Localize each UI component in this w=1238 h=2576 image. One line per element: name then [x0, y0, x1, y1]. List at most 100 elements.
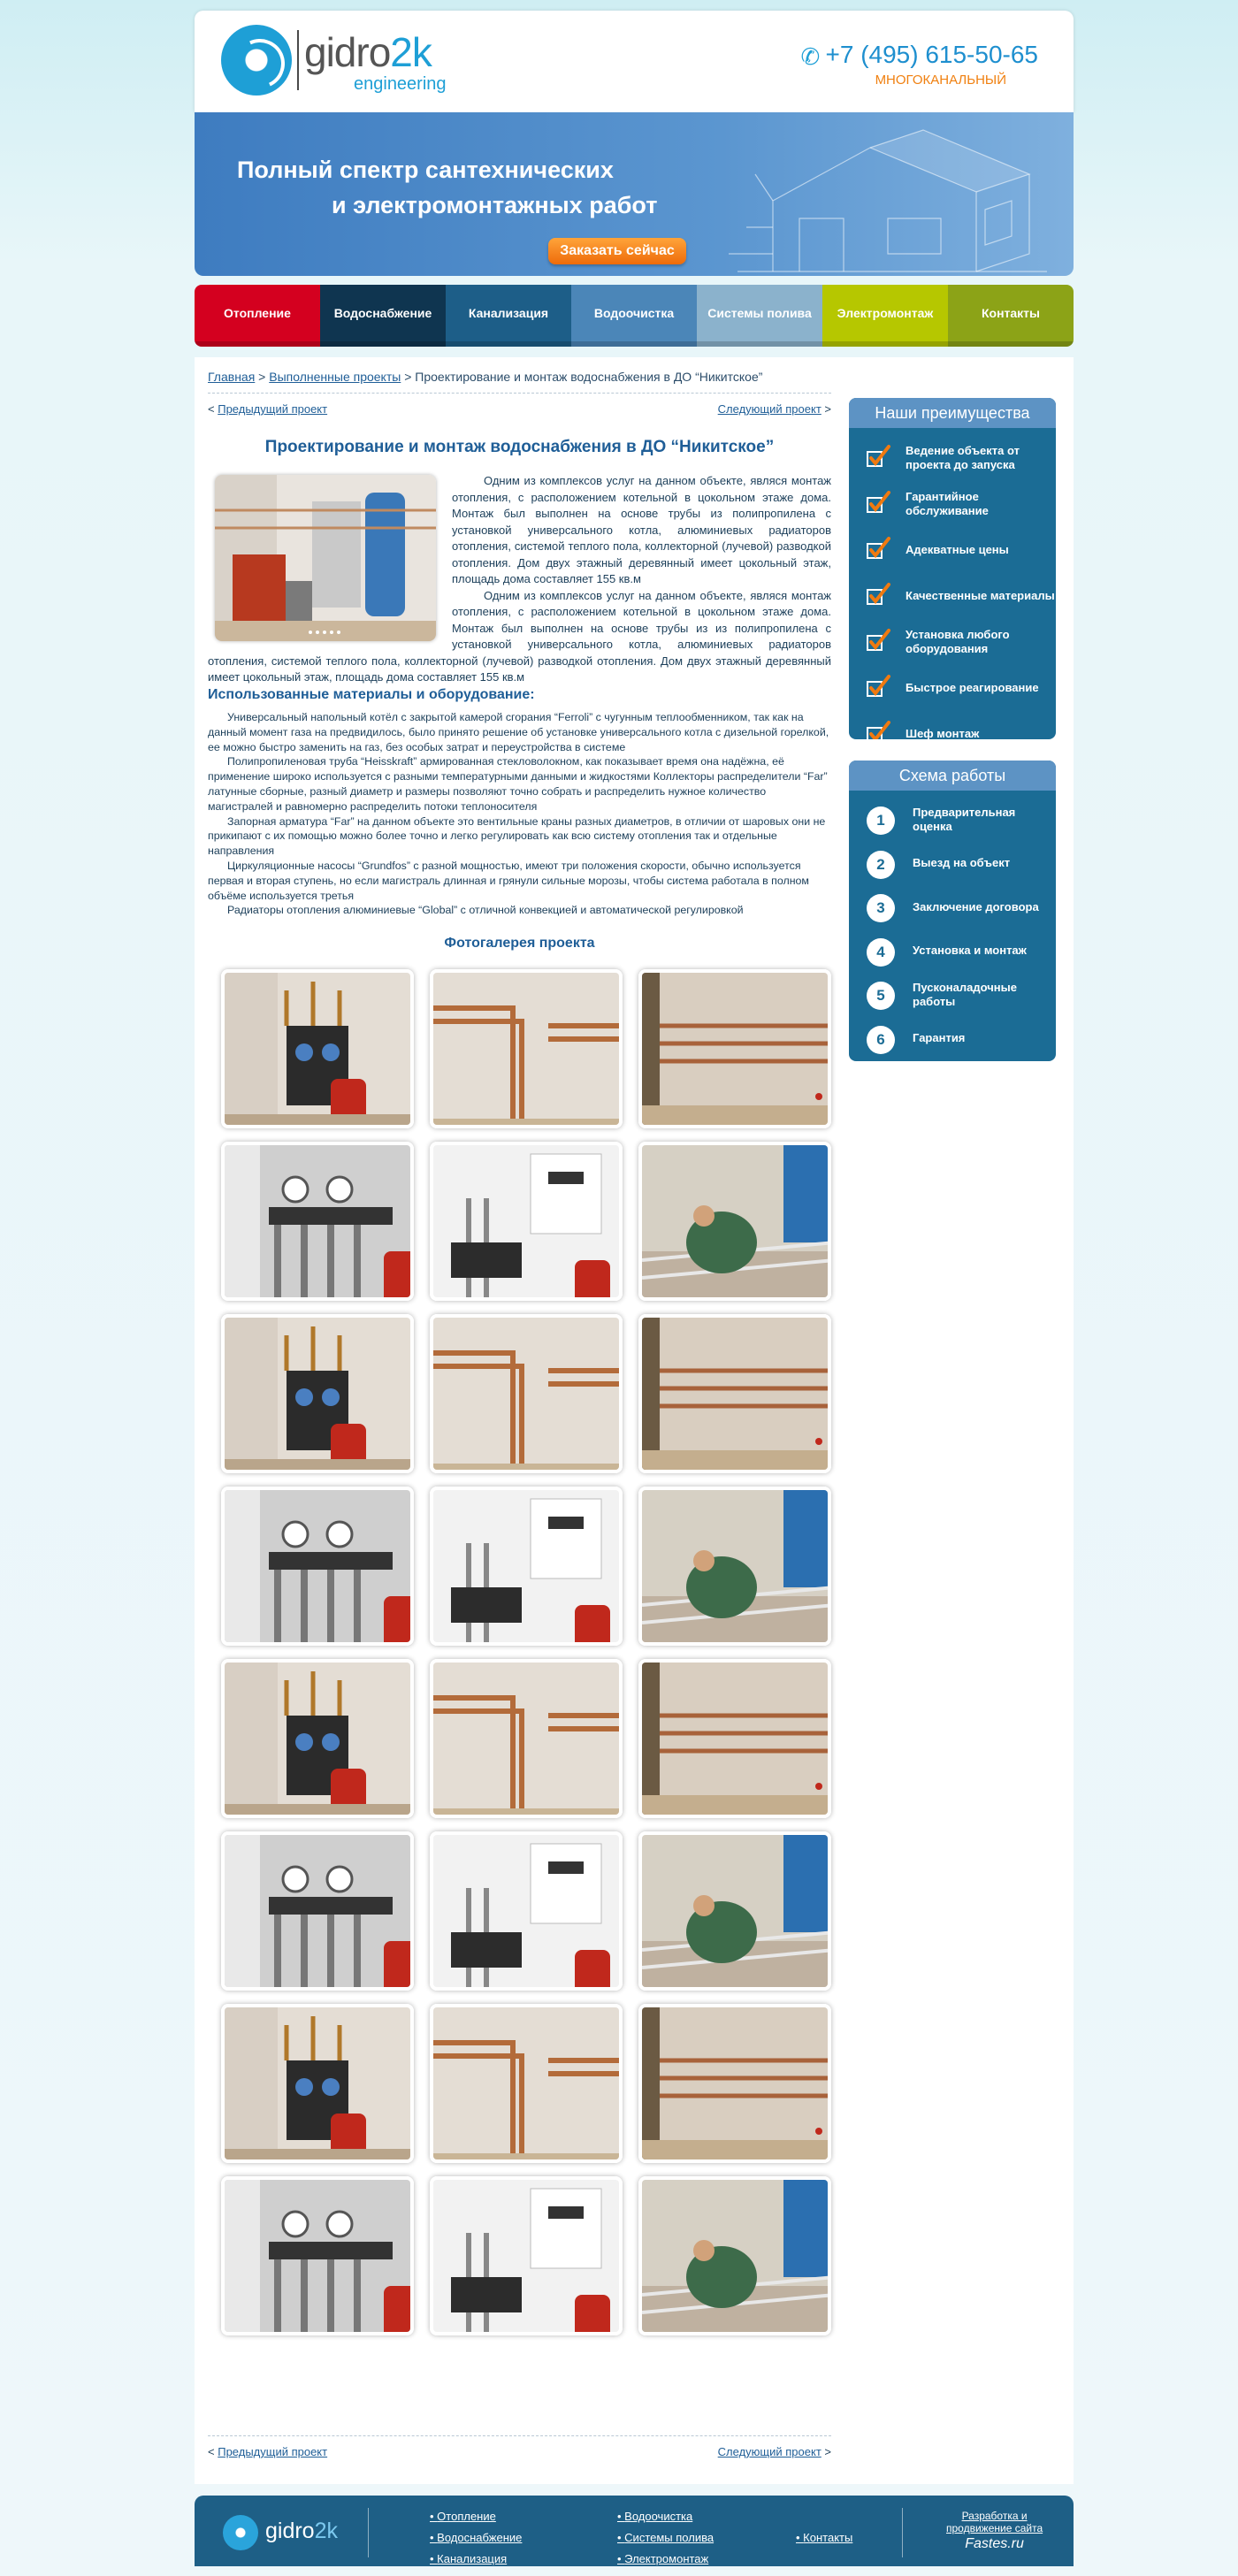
footer-logo-accent: 2k: [314, 2519, 338, 2543]
next-project: Следующий проект >: [718, 402, 831, 416]
gallery-photo: [433, 1318, 619, 1471]
gallery-thumbnail[interactable]: [430, 969, 623, 1129]
prev-project-link[interactable]: Предыдущий проект: [218, 402, 327, 416]
breadcrumb-home-link[interactable]: Главная: [208, 370, 255, 384]
gallery-thumbnail[interactable]: [221, 2176, 414, 2336]
advantage-label: Ведение объекта от проекта до запуска: [906, 444, 1020, 471]
developer-line2: продвижение сайта: [946, 2522, 1043, 2534]
footer-divider: [902, 2508, 903, 2557]
footer-link[interactable]: Водоочистка: [617, 2506, 714, 2527]
work-step: 6 Гарантия: [849, 1017, 1056, 1061]
material-item: Универсальный напольный котёл с закрытой…: [208, 711, 829, 753]
banner-headline-line1: Полный спектр сантехнических: [237, 157, 614, 183]
gallery-thumbnail[interactable]: [638, 2176, 831, 2336]
gallery-thumbnail[interactable]: [221, 969, 414, 1129]
logo-text: gidro2k: [304, 32, 432, 73]
gallery-photo: [225, 973, 410, 1126]
gallery-thumbnail[interactable]: [430, 2004, 623, 2164]
footer-links-col3: Контакты: [796, 2527, 852, 2549]
gallery-thumbnail[interactable]: [638, 1487, 831, 1647]
gallery-thumbnail[interactable]: [430, 1142, 623, 1302]
gallery-thumbnail[interactable]: [221, 1487, 414, 1647]
nav-item-contacts[interactable]: Контакты: [948, 285, 1074, 347]
gallery-photo: [225, 1663, 410, 1815]
gallery-thumbnail[interactable]: [638, 1314, 831, 1474]
footer-link[interactable]: Канализация: [430, 2549, 522, 2570]
step-label: Гарантия: [913, 1031, 966, 1045]
next-mark: >: [821, 402, 831, 416]
gallery-heading: Фотогалерея проекта: [444, 936, 595, 952]
project-pager-top: < Предыдущий проект Следующий проект >: [208, 402, 831, 420]
advantage-label: Адекватные цены: [906, 543, 1009, 556]
gallery-photo: [433, 2180, 619, 2333]
nav-item-label: Электромонтаж: [837, 306, 934, 320]
nav-item-label: Водоснабжение: [333, 306, 432, 320]
breadcrumb-projects-link[interactable]: Выполненные проекты: [269, 370, 401, 384]
gallery-photo: [225, 1490, 410, 1643]
step-label: Установка и монтаж: [913, 944, 1027, 958]
gallery-photo: [642, 1318, 828, 1471]
advantages-title: Наши преимущества: [849, 398, 1056, 428]
material-item: Полипропиленовая труба “Heisskraft” арми…: [208, 755, 828, 813]
nav-item-irrigation[interactable]: Системы полива: [697, 285, 822, 347]
gallery-thumbnail[interactable]: [430, 1659, 623, 1819]
footer-logo-text: gidro2k: [265, 2519, 338, 2544]
nav-item-water-treatment[interactable]: Водоочистка: [571, 285, 697, 347]
gallery-thumbnail[interactable]: [430, 1314, 623, 1474]
footer-link[interactable]: Контакты: [796, 2527, 852, 2549]
gallery-thumbnail[interactable]: [430, 2176, 623, 2336]
advantage-item: Установка любого оборудования: [849, 619, 1056, 665]
checkmark-icon: [867, 491, 890, 513]
next-project-link[interactable]: Следующий проект: [718, 2445, 822, 2458]
phone-number[interactable]: +7 (495) 615-50-65: [825, 41, 1038, 69]
nav-item-sewerage[interactable]: Канализация: [446, 285, 571, 347]
step-number: 5: [867, 982, 895, 1010]
gallery-thumbnail[interactable]: [221, 1659, 414, 1819]
prev-project-link[interactable]: Предыдущий проект: [218, 2445, 327, 2458]
order-now-button[interactable]: Заказать сейчас: [548, 238, 686, 264]
gallery-thumbnail[interactable]: [430, 1487, 623, 1647]
project-intro: Одним из комплексов услуг на данном объе…: [208, 473, 831, 684]
gallery-photo: [642, 973, 828, 1126]
gallery-thumbnail[interactable]: [638, 969, 831, 1129]
gallery-thumbnail[interactable]: [430, 1831, 623, 1991]
gallery-thumbnail[interactable]: [221, 2004, 414, 2164]
next-project-link[interactable]: Следующий проект: [718, 402, 822, 416]
step-label: Предварительная оценка: [913, 805, 1016, 833]
footer-links-col2: Водоочистка Системы полива Электромонтаж: [617, 2506, 714, 2570]
nav-item-electrical[interactable]: Электромонтаж: [822, 285, 948, 347]
gallery-photo: [225, 2007, 410, 2160]
breadcrumb: Главная > Выполненные проекты > Проектир…: [208, 370, 831, 394]
checkmark-icon: [867, 445, 890, 467]
gallery-thumbnail[interactable]: [221, 1831, 414, 1991]
step-label: Пусконаладочные работы: [913, 980, 1017, 1008]
site-logo[interactable]: gidro2k engineering: [221, 25, 447, 97]
gallery-photo: [433, 1490, 619, 1643]
developer-credit[interactable]: Разработка и продвижение сайта Fastes.ru: [946, 2510, 1043, 2551]
footer-link[interactable]: Электромонтаж: [617, 2549, 714, 2570]
step-label: Выезд на объект: [913, 856, 1011, 870]
nav-item-water-supply[interactable]: Водоснабжение: [320, 285, 446, 347]
gallery-thumbnail[interactable]: [638, 1659, 831, 1819]
checkmark-icon: [867, 583, 890, 605]
intro-photo-slider[interactable]: [215, 475, 436, 641]
breadcrumb-current: Проектирование и монтаж водоснабжения в …: [415, 370, 763, 384]
footer-link[interactable]: Системы полива: [617, 2527, 714, 2549]
material-item: Запорная арматура “Far” на данном объект…: [208, 814, 826, 858]
gallery-photo: [225, 1145, 410, 1298]
nav-item-heating[interactable]: Отопление: [195, 285, 320, 347]
gallery-thumbnail[interactable]: [638, 1142, 831, 1302]
gallery-thumbnail[interactable]: [638, 2004, 831, 2164]
gallery-photo: [433, 973, 619, 1126]
work-scheme-box: Схема работы 1 Предварительная оценка 2 Вые…: [849, 761, 1056, 1061]
checkmark-icon: [867, 721, 890, 739]
main-nav: Отопление Водоснабжение Канализация Водо…: [195, 285, 1074, 347]
gallery-thumbnail[interactable]: [221, 1314, 414, 1474]
gallery-thumbnail[interactable]: [638, 1831, 831, 1991]
footer-link[interactable]: Водоснабжение: [430, 2527, 522, 2549]
footer-link[interactable]: Отопление: [430, 2506, 522, 2527]
gallery-thumbnail[interactable]: [221, 1142, 414, 1302]
footer-logo-icon[interactable]: [223, 2515, 258, 2550]
checkmark-icon: [867, 537, 890, 559]
advantages-list: Ведение объекта от проекта до запуска Гар…: [849, 428, 1056, 739]
